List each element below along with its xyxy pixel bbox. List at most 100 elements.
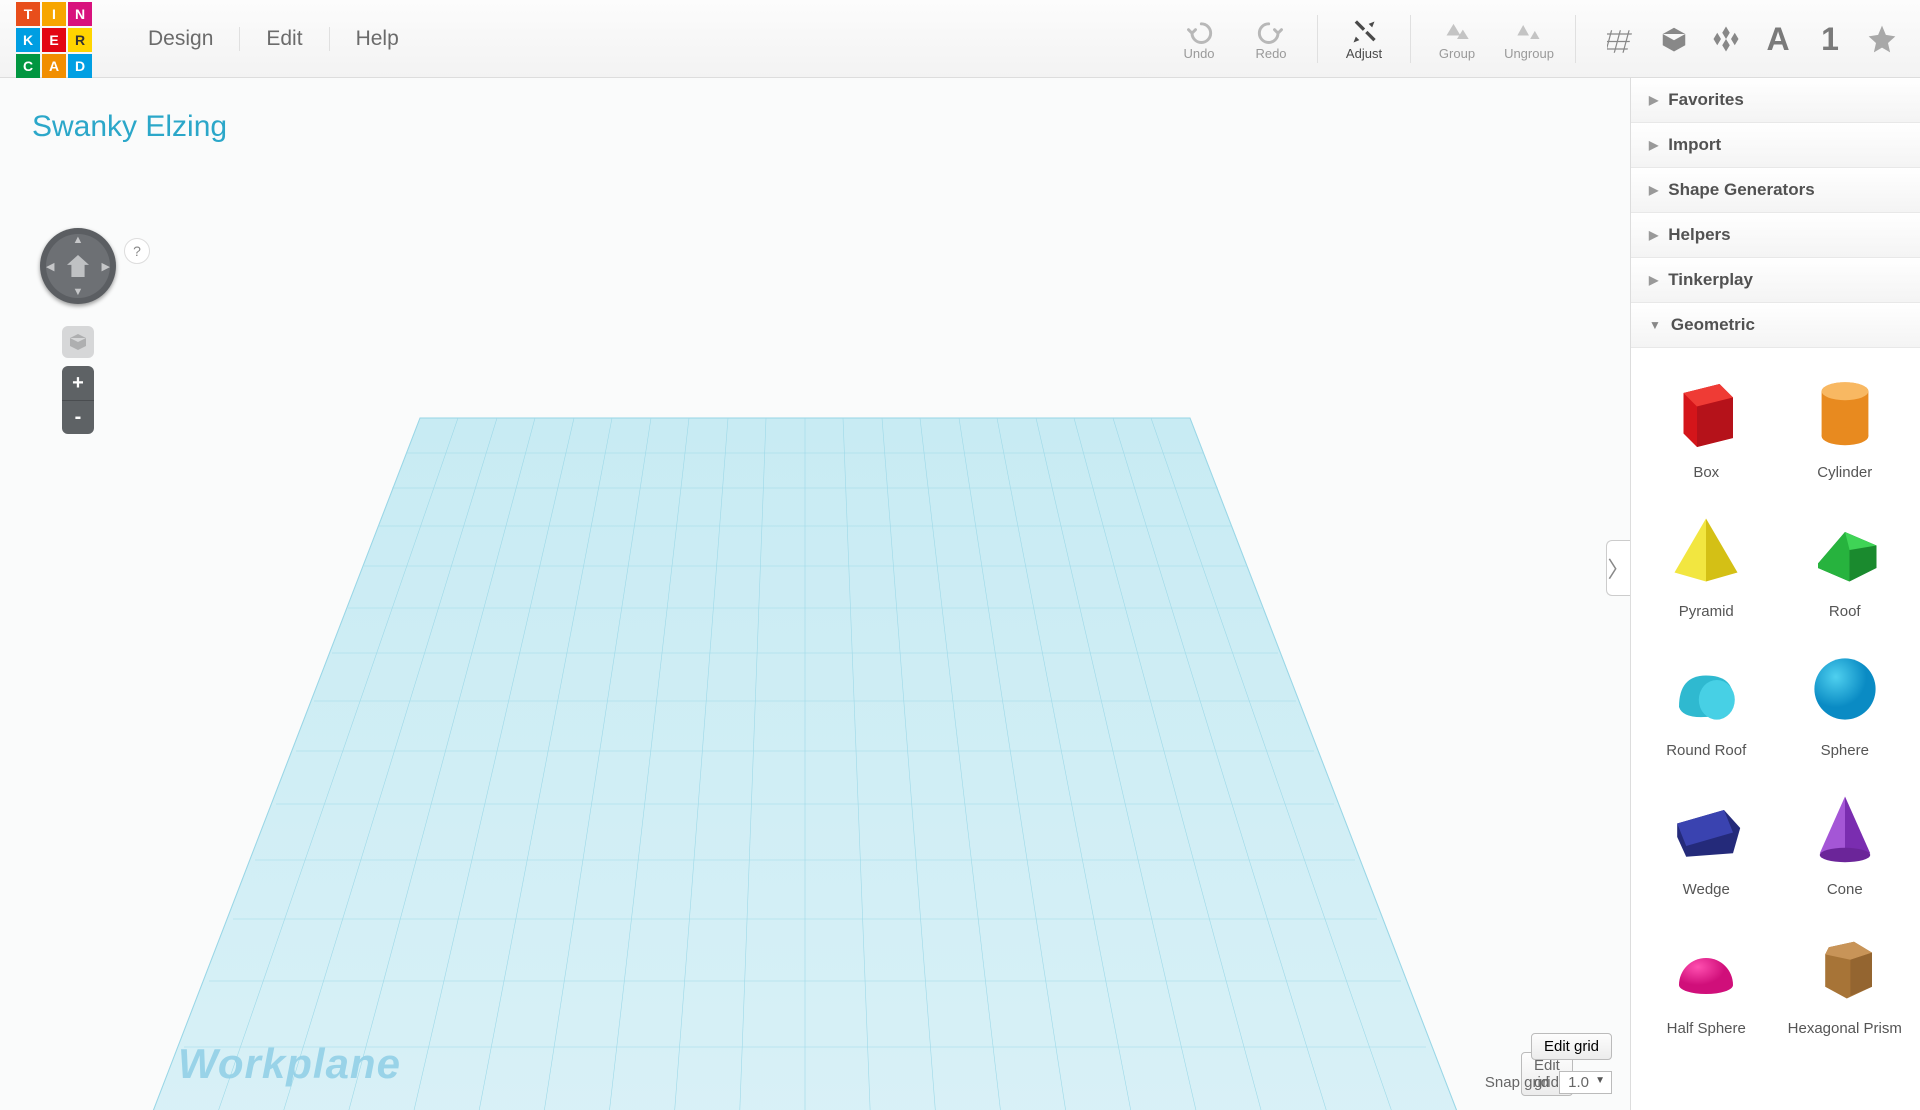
shape-label: Box [1693, 464, 1719, 481]
section-tinkerplay[interactable]: ▶ Tinkerplay [1631, 258, 1920, 303]
shapes-panel: ▶ Favorites ▶ Import ▶ Shape Generators ▶ He… [1630, 78, 1920, 1110]
section-helpers[interactable]: ▶ Helpers [1631, 213, 1920, 258]
shape-half-sphere[interactable]: Half Sphere [1641, 922, 1772, 1037]
logo-e: E [42, 28, 66, 52]
shape-cylinder[interactable]: Cylinder [1780, 366, 1911, 481]
shape-label: Wedge [1683, 881, 1730, 898]
shape-label: Hexagonal Prism [1788, 1020, 1902, 1037]
help-button[interactable]: ? [124, 238, 150, 264]
logo-a: A [42, 54, 66, 78]
undo-label: Undo [1183, 46, 1214, 61]
chevron-right-icon: ▶ [1649, 228, 1658, 242]
shape-label: Roof [1829, 603, 1861, 620]
main-menu: Design Edit Help [122, 27, 425, 51]
workplane-tool-icon[interactable] [1602, 19, 1642, 59]
chevron-down-icon: ▼ [1649, 318, 1661, 332]
shape-hexagonal-prism[interactable]: Hexagonal Prism [1780, 922, 1911, 1037]
redo-button[interactable]: Redo [1239, 9, 1303, 69]
section-import[interactable]: ▶ Import [1631, 123, 1920, 168]
menu-help[interactable]: Help [330, 27, 425, 51]
nav-left-icon[interactable]: ◀ [46, 260, 54, 273]
logo-n: N [68, 2, 92, 26]
tinkercad-logo[interactable]: T I N K E R C A D [14, 0, 92, 78]
shape-box[interactable]: Box [1641, 366, 1772, 481]
chevron-right-icon: ▶ [1649, 273, 1658, 287]
toolbar-divider [1317, 15, 1318, 63]
section-label: Import [1668, 135, 1721, 155]
menu-edit[interactable]: Edit [240, 27, 329, 51]
top-toolbar: T I N K E R C A D Design Edit Help Undo … [0, 0, 1920, 78]
fit-view-button[interactable] [62, 326, 94, 358]
edit-grid-button-2[interactable]: Edit grid [1531, 1033, 1612, 1060]
shape-pyramid[interactable]: Pyramid [1641, 505, 1772, 620]
view-controls: + - [62, 326, 94, 434]
section-geometric[interactable]: ▼ Geometric [1631, 303, 1920, 348]
undo-icon [1185, 18, 1213, 46]
shape-round-roof[interactable]: Round Roof [1641, 644, 1772, 759]
group-button[interactable]: Group [1425, 9, 1489, 69]
home-icon[interactable] [67, 255, 89, 277]
chevron-right-icon: ▶ [1649, 138, 1658, 152]
logo-t: T [16, 2, 40, 26]
number-tool-icon[interactable]: 1 [1810, 19, 1850, 59]
section-label: Geometric [1671, 315, 1755, 335]
group-icon [1443, 18, 1471, 46]
toolbar-divider-2 [1410, 15, 1411, 63]
cube-icon [69, 333, 87, 351]
project-title[interactable]: Swanky Elzing [32, 110, 227, 144]
nav-down-icon[interactable]: ▼ [73, 286, 84, 298]
section-label: Favorites [1668, 90, 1744, 110]
ungroup-label: Ungroup [1504, 46, 1554, 61]
section-shape-generators[interactable]: ▶ Shape Generators [1631, 168, 1920, 213]
shape-roof[interactable]: Roof [1780, 505, 1911, 620]
shape-wedge[interactable]: Wedge [1641, 783, 1772, 898]
shape-sphere[interactable]: Sphere [1780, 644, 1911, 759]
adjust-button[interactable]: Adjust [1332, 9, 1396, 69]
snap-grid-label: Snap grid [1485, 1074, 1549, 1091]
nav-right-icon[interactable]: ▶ [102, 260, 110, 273]
section-label: Tinkerplay [1668, 270, 1753, 290]
workplane-label: Workplane [178, 1040, 401, 1088]
section-label: Shape Generators [1668, 180, 1814, 200]
redo-label: Redo [1255, 46, 1286, 61]
chevron-right-icon: ▶ [1649, 93, 1658, 107]
chevron-right-icon: ▶ [1649, 183, 1658, 197]
nav-up-icon[interactable]: ▲ [73, 234, 84, 246]
section-favorites[interactable]: ▶ Favorites [1631, 78, 1920, 123]
shape-label: Cylinder [1817, 464, 1872, 481]
logo-c: C [16, 54, 40, 78]
ungroup-icon [1515, 18, 1543, 46]
workspace[interactable]: Swanky Elzing ▲ ▼ ◀ ▶ ? + - [0, 78, 1630, 1110]
zoom-out-button[interactable]: - [62, 400, 94, 434]
toolbar-right: Undo Redo Adjust Group Ungroup A 1 [1167, 0, 1902, 78]
snap-grid-select[interactable]: 1.0 [1559, 1071, 1612, 1094]
group-label: Group [1439, 46, 1475, 61]
panel-toggle-button[interactable]: 〉 [1606, 540, 1630, 596]
star-tool-icon[interactable] [1862, 19, 1902, 59]
shape-label: Cone [1827, 881, 1863, 898]
logo-k: K [16, 28, 40, 52]
text-tool-icon[interactable]: A [1758, 19, 1798, 59]
adjust-icon [1350, 18, 1378, 46]
pattern-tool-icon[interactable] [1706, 19, 1746, 59]
shape-cone[interactable]: Cone [1780, 783, 1911, 898]
menu-design[interactable]: Design [122, 27, 240, 51]
tool-category-icons: A 1 [1602, 19, 1902, 59]
view-navball[interactable]: ▲ ▼ ◀ ▶ [40, 228, 116, 304]
logo-d: D [68, 54, 92, 78]
box-tool-icon[interactable] [1654, 19, 1694, 59]
workplane-grid[interactable] [130, 398, 1480, 1110]
geometric-shapes-grid: Box Cylinder Pyramid Roof Round Roof Sph… [1631, 348, 1920, 1055]
section-label: Helpers [1668, 225, 1730, 245]
redo-icon [1257, 18, 1285, 46]
shape-label: Sphere [1821, 742, 1869, 759]
logo-r: R [68, 28, 92, 52]
adjust-label: Adjust [1346, 46, 1382, 61]
shape-label: Round Roof [1666, 742, 1746, 759]
undo-button[interactable]: Undo [1167, 9, 1231, 69]
zoom-in-button[interactable]: + [62, 366, 94, 400]
shape-label: Pyramid [1679, 603, 1734, 620]
logo-i: I [42, 2, 66, 26]
ungroup-button[interactable]: Ungroup [1497, 9, 1561, 69]
toolbar-divider-3 [1575, 15, 1576, 63]
